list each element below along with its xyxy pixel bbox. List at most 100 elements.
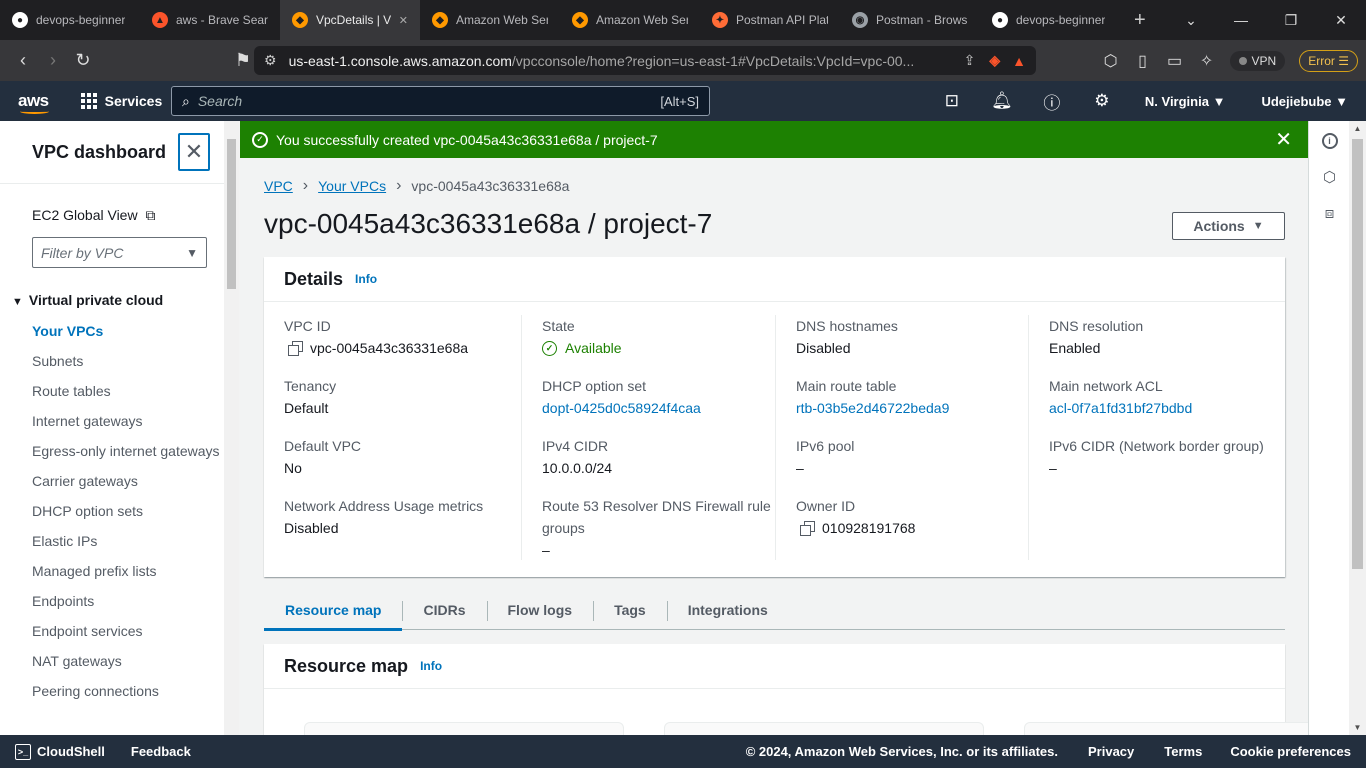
- tab-resource-map[interactable]: Resource map: [264, 590, 403, 631]
- region-selector[interactable]: N. Virginia ▼: [1127, 94, 1244, 109]
- sidebar-item-peering-connections[interactable]: Peering connections: [32, 680, 222, 702]
- copy-icon[interactable]: [800, 521, 815, 536]
- success-flash-bar: ✓ You successfully created vpc-0045a43c3…: [240, 121, 1308, 158]
- sidebar-item-endpoint-services[interactable]: Endpoint services: [32, 620, 222, 642]
- postman-icon: ✦: [712, 12, 728, 28]
- settings-gear-icon[interactable]: ⚙: [1077, 91, 1127, 111]
- sidebar-item-dhcp-option-sets[interactable]: DHCP option sets: [32, 500, 222, 522]
- ec2-global-view-link[interactable]: EC2 Global View ⧉: [32, 207, 155, 224]
- new-tab-button[interactable]: +: [1120, 9, 1160, 32]
- scroll-down-icon[interactable]: ▼: [1349, 723, 1366, 732]
- leo-ai-icon[interactable]: ✧: [1198, 51, 1216, 71]
- field-value[interactable]: rtb-03b5e2d46722beda9: [796, 397, 1026, 419]
- field-value[interactable]: dopt-0425d0c58924f4caa: [542, 397, 772, 419]
- tab-title: Postman API Plat: [736, 13, 828, 27]
- resources-button[interactable]: ⬡: [1309, 159, 1350, 195]
- page-scroll-thumb[interactable]: [1352, 139, 1363, 569]
- browser-tab[interactable]: ◆ Amazon Web Ser: [420, 0, 560, 40]
- sidebar-scrollbar[interactable]: [224, 121, 239, 735]
- browser-tab[interactable]: ▲ aws - Brave Searc: [140, 0, 280, 40]
- help-icon[interactable]: ⓘ: [1027, 89, 1077, 114]
- sidebar-item-egress-only-internet-gateways[interactable]: Egress-only internet gateways: [32, 440, 222, 462]
- ec2-global-view-label: EC2 Global View: [32, 207, 138, 223]
- sidebar-toggle-icon[interactable]: ▯: [1134, 51, 1152, 71]
- close-sidebar-button[interactable]: ✕: [178, 133, 210, 171]
- brave-rewards-icon[interactable]: ▲: [1012, 53, 1026, 69]
- details-info-link[interactable]: Info: [355, 272, 377, 286]
- site-info-icon[interactable]: ⚙: [264, 52, 277, 69]
- sidebar-item-your-vpcs[interactable]: Your VPCs: [32, 320, 222, 342]
- extensions-icon[interactable]: ⬡: [1102, 51, 1120, 71]
- tab-cidrs[interactable]: CIDRs: [402, 590, 486, 630]
- cloudshell-label: CloudShell: [37, 744, 105, 759]
- aws-cube-icon: ◆: [432, 12, 448, 28]
- forward-button[interactable]: ›: [38, 50, 68, 71]
- reload-button[interactable]: ↻: [68, 50, 98, 71]
- browser-tab[interactable]: ◉ Postman - Brows: [840, 0, 980, 40]
- cloudshell-button[interactable]: >_ CloudShell: [15, 743, 105, 760]
- resource-map-header: Resource map Info: [264, 644, 1285, 689]
- sidebar-item-subnets[interactable]: Subnets: [32, 350, 222, 372]
- sidebar-item-elastic-ips[interactable]: Elastic IPs: [32, 530, 222, 552]
- error-button[interactable]: Error ☰: [1299, 49, 1358, 72]
- copy-icon[interactable]: [288, 341, 303, 356]
- sidebar-item-route-tables[interactable]: Route tables: [32, 380, 222, 402]
- actions-button[interactable]: Actions ▼: [1172, 212, 1285, 240]
- tutorial-button[interactable]: ⧈: [1309, 195, 1350, 231]
- wallet-icon[interactable]: ▭: [1166, 51, 1184, 71]
- field-value: 010928191768: [796, 517, 1026, 539]
- tab-flow-logs[interactable]: Flow logs: [486, 590, 594, 630]
- share-icon[interactable]: ⇪: [964, 52, 976, 69]
- sidebar-title[interactable]: VPC dashboard: [32, 142, 166, 163]
- brave-shields-icon[interactable]: ◈: [989, 52, 1000, 69]
- filter-by-vpc-select[interactable]: Filter by VPC ▼: [32, 237, 207, 268]
- minimize-button[interactable]: —: [1216, 12, 1266, 28]
- services-menu[interactable]: Services: [80, 93, 162, 109]
- field-value-text: –: [1049, 460, 1057, 476]
- field-label: State: [542, 318, 575, 334]
- scroll-up-icon[interactable]: ▲: [1349, 124, 1366, 133]
- address-bar[interactable]: ⚙ us-east-1.console.aws.amazon.com/vpcco…: [254, 46, 1036, 75]
- feedback-link[interactable]: Feedback: [131, 744, 191, 759]
- sidebar-item-internet-gateways[interactable]: Internet gateways: [32, 410, 222, 432]
- aws-cube-icon: ◆: [292, 12, 308, 28]
- sidebar-item-endpoints[interactable]: Endpoints: [32, 590, 222, 612]
- cookie-preferences-link[interactable]: Cookie preferences: [1230, 744, 1351, 759]
- close-window-button[interactable]: ✕: [1316, 12, 1366, 29]
- tab-integrations[interactable]: Integrations: [666, 590, 789, 630]
- section-virtual-private-cloud[interactable]: ▼ Virtual private cloud: [12, 292, 163, 308]
- external-link-icon: ⧉: [145, 207, 156, 223]
- breadcrumb-your-vpcs[interactable]: Your VPCs: [318, 178, 386, 194]
- back-button[interactable]: ‹: [8, 50, 38, 71]
- browser-tab[interactable]: ◆ Amazon Web Ser: [560, 0, 700, 40]
- terms-link[interactable]: Terms: [1164, 744, 1202, 759]
- tab-tags[interactable]: Tags: [593, 590, 667, 630]
- page-scrollbar[interactable]: ▲ ▼: [1349, 121, 1366, 735]
- sidebar-scroll-thumb[interactable]: [227, 139, 236, 289]
- search-input[interactable]: ⌕ Search [Alt+S]: [171, 86, 710, 116]
- sidebar-item-managed-prefix-lists[interactable]: Managed prefix lists: [32, 560, 222, 582]
- tab-list-chevron-icon[interactable]: ⌄: [1166, 12, 1216, 29]
- cloudshell-icon[interactable]: ⊡: [927, 91, 977, 111]
- dismiss-flash-button[interactable]: ✕: [1275, 127, 1296, 152]
- maximize-button[interactable]: ❐: [1266, 12, 1316, 29]
- browser-tab[interactable]: ● devops-beginner: [980, 0, 1120, 40]
- vpn-button[interactable]: VPN: [1229, 50, 1286, 71]
- info-panel-button[interactable]: i: [1309, 123, 1350, 159]
- breadcrumb-vpc[interactable]: VPC: [264, 178, 293, 194]
- sidebar-item-nat-gateways[interactable]: NAT gateways: [32, 650, 222, 672]
- browser-tab[interactable]: ✦ Postman API Plat: [700, 0, 840, 40]
- close-tab-icon[interactable]: ✕: [399, 14, 408, 27]
- browser-tab[interactable]: ● devops-beginner: [0, 0, 140, 40]
- notifications-icon[interactable]: 🔔︎: [977, 91, 1027, 111]
- privacy-link[interactable]: Privacy: [1088, 744, 1134, 759]
- resource-map-info-link[interactable]: Info: [420, 659, 442, 673]
- account-menu[interactable]: Udejiebube ▼: [1243, 94, 1366, 109]
- sidebar-item-carrier-gateways[interactable]: Carrier gateways: [32, 470, 222, 492]
- resource-map-column: [664, 722, 984, 735]
- aws-logo[interactable]: aws: [18, 91, 49, 114]
- field-value: –: [796, 457, 1026, 479]
- url-host: us-east-1.console.aws.amazon.com: [288, 52, 512, 69]
- field-value[interactable]: acl-0f7a1fd31bf27bdbd: [1049, 397, 1279, 419]
- browser-tab[interactable]: ◆ VpcDetails | V ✕: [280, 0, 420, 40]
